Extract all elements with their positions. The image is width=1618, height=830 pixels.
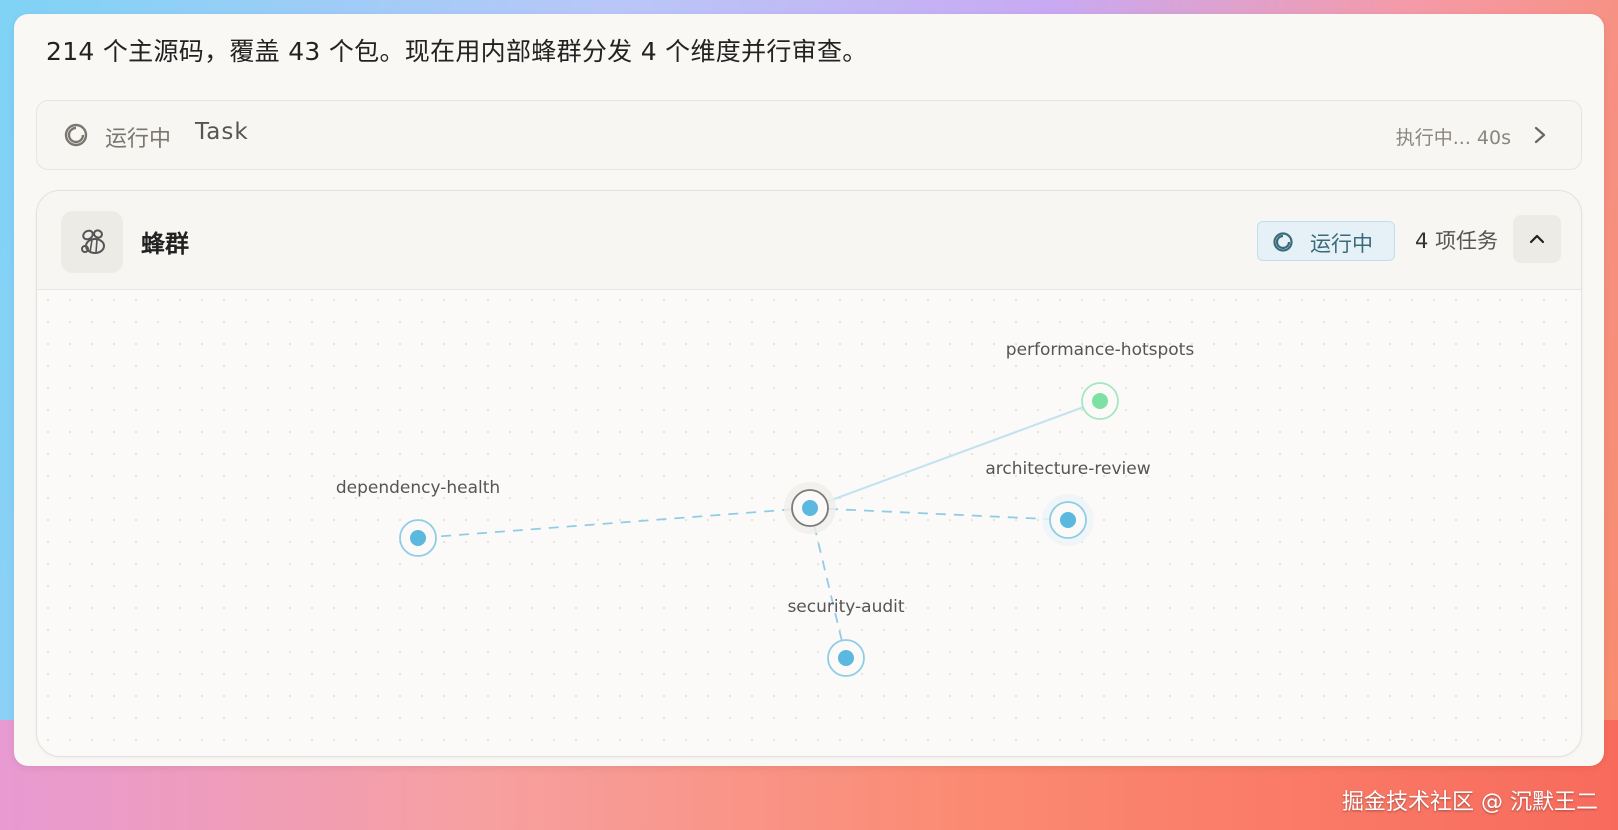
node-label-dependency-health: dependency-health [336,478,500,498]
swarm-status-badge: 运行中 [1257,221,1395,261]
node-label-architecture-review: architecture-review [985,459,1150,479]
watermark: 掘金技术社区 @ 沉默王二 [1342,790,1598,815]
chevron-up-icon [1529,234,1545,244]
task-status-label: 运行中 [105,127,172,152]
swarm-header: 蜂群 运行中 4 项任务 [37,191,1581,290]
node-label-security-audit: security-audit [787,597,904,617]
swarm-graph-canvas: performance-hotspots architecture-review… [37,289,1581,756]
swarm-title: 蜂群 [141,230,189,258]
swarm-status-label: 运行中 [1310,232,1373,256]
task-status-bar[interactable]: 运行中 Task 执行中... 40s [36,100,1582,170]
task-name: Task [195,119,249,145]
assistant-message: 214 个主源码，覆盖 43 个包。现在用内部蜂群分发 4 个维度并行审查。 [46,37,868,66]
spinner-icon [64,123,88,147]
swarm-panel: 蜂群 运行中 4 项任务 performance-hotspots archit… [36,190,1582,757]
collapse-button[interactable] [1513,215,1561,263]
chat-message-card: 214 个主源码，覆盖 43 个包。现在用内部蜂群分发 4 个维度并行审查。 运… [14,14,1604,766]
task-count-suffix: 项任务 [1435,229,1499,253]
task-elapsed-time: 执行中... 40s [1395,127,1511,149]
swarm-graph: performance-hotspots architecture-review… [37,289,1581,756]
node-coordinator[interactable] [784,482,836,534]
task-count-number: 4 [1415,229,1429,253]
chevron-right-icon[interactable] [1529,123,1551,147]
spinner-icon [1273,232,1293,252]
node-label-performance-hotspots: performance-hotspots [1006,340,1195,360]
bee-icon [61,211,123,273]
task-count: 4 项任务 [1415,225,1498,255]
